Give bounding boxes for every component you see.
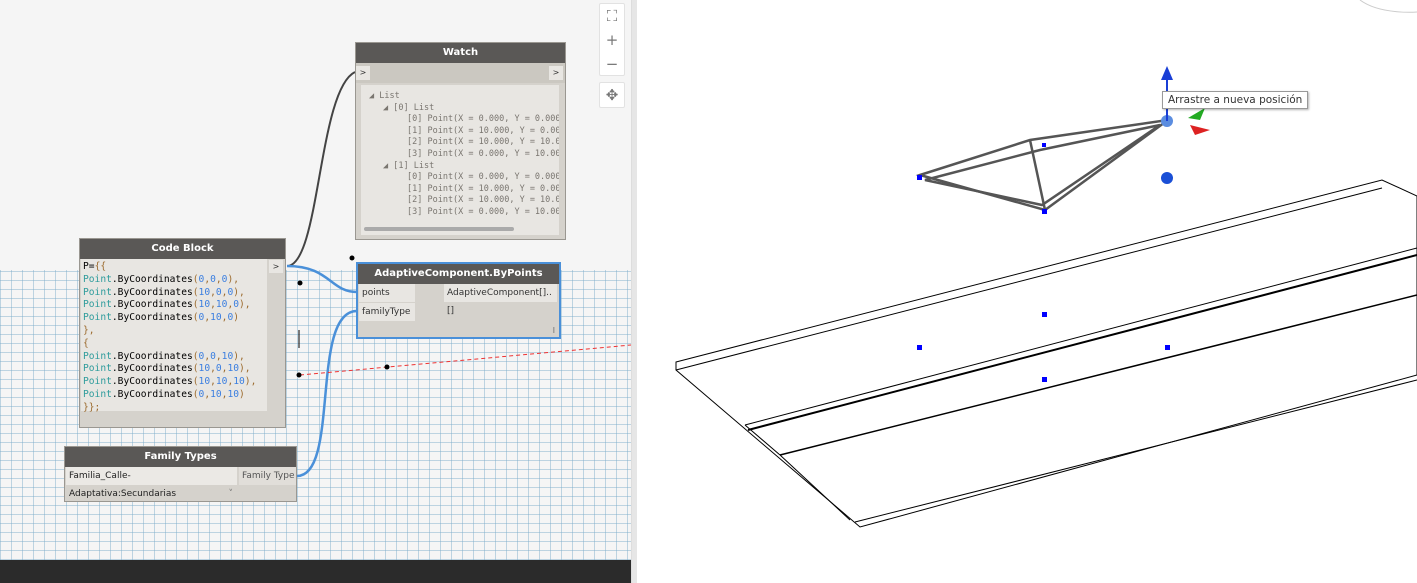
- x-axis-arrow-icon[interactable]: [1190, 125, 1210, 135]
- z-axis-arrow-icon[interactable]: [1161, 66, 1173, 80]
- y-axis-arrow-icon[interactable]: [1188, 108, 1205, 120]
- tooltip: Arrastre a nueva posición: [1162, 91, 1309, 109]
- grip-point[interactable]: [1161, 172, 1173, 184]
- revit-3d-view[interactable]: [0, 0, 1417, 583]
